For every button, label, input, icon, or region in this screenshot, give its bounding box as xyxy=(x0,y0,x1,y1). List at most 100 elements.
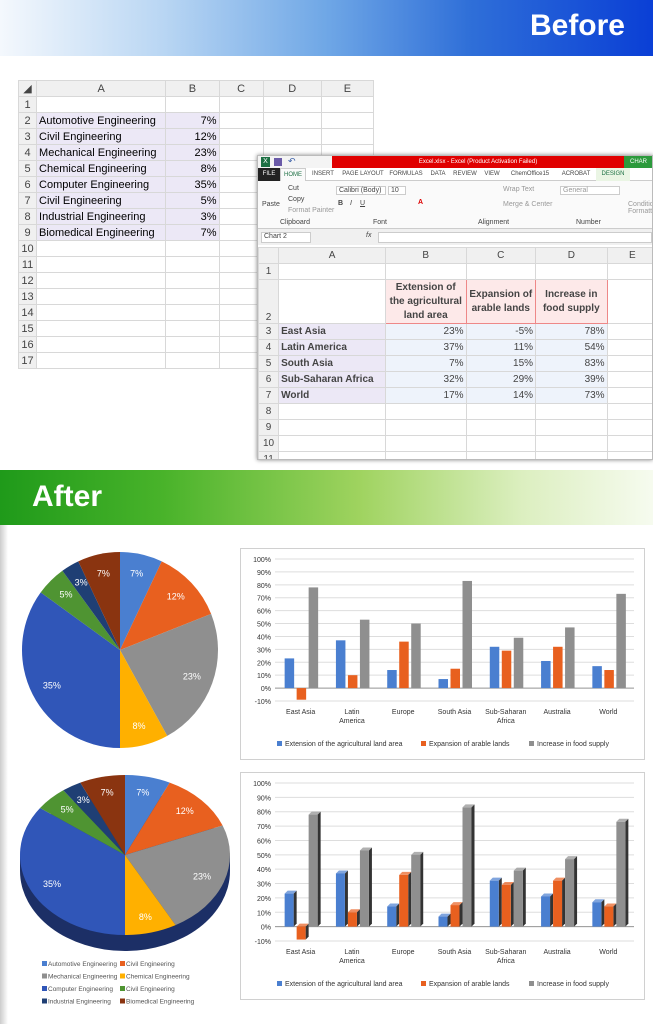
row-header[interactable]: 2 xyxy=(258,279,280,324)
column-header[interactable]: A xyxy=(278,247,386,264)
wrap-text-button[interactable]: Wrap Text xyxy=(503,186,534,193)
row-header[interactable]: 6 xyxy=(258,371,280,388)
cell[interactable] xyxy=(320,96,375,113)
cell-b[interactable] xyxy=(165,272,220,289)
row-header[interactable]: 14 xyxy=(17,304,38,321)
column-header[interactable]: C xyxy=(465,247,537,264)
undo-icon[interactable]: ↶ xyxy=(288,156,296,167)
tab-insert[interactable]: INSERT xyxy=(306,168,340,181)
tab-review[interactable]: REVIEW xyxy=(450,168,480,181)
region-cell[interactable]: World xyxy=(278,387,386,404)
cell-b[interactable]: 7% xyxy=(384,355,467,372)
tab-chemoffice15[interactable]: ChemOffice15 xyxy=(504,168,556,181)
cell-a[interactable] xyxy=(36,336,167,353)
italic-button[interactable]: I xyxy=(350,200,352,207)
cell-a[interactable]: Computer Engineering xyxy=(36,176,167,193)
cell[interactable] xyxy=(218,112,264,129)
row-header[interactable]: 7 xyxy=(17,192,38,209)
row-header[interactable]: 11 xyxy=(258,451,280,459)
cell-d[interactable]: 54% xyxy=(535,339,608,356)
paste-button[interactable]: Paste xyxy=(262,201,280,208)
cell[interactable] xyxy=(262,128,322,145)
region-cell[interactable]: South Asia xyxy=(278,355,386,372)
number-format-select[interactable]: General xyxy=(560,186,620,195)
tab-view[interactable]: VIEW xyxy=(480,168,504,181)
cell-a[interactable] xyxy=(36,304,167,321)
cell-b[interactable]: 17% xyxy=(384,387,467,404)
row-header[interactable]: 9 xyxy=(258,419,280,436)
cell-d[interactable]: 83% xyxy=(535,355,608,372)
row-header[interactable]: 17 xyxy=(17,352,38,369)
underline-button[interactable]: U xyxy=(360,200,365,207)
column-label[interactable]: Extension of the agricultural land area xyxy=(384,279,467,324)
column-label[interactable]: Increase in food supply xyxy=(535,279,608,324)
select-all[interactable] xyxy=(258,247,280,264)
row-header[interactable]: 9 xyxy=(17,224,38,241)
cell-a[interactable]: Civil Engineering xyxy=(36,192,167,209)
column-header[interactable]: A xyxy=(36,80,167,97)
tab-data[interactable]: DATA xyxy=(426,168,450,181)
cell-a[interactable]: Civil Engineering xyxy=(36,128,167,145)
tab-formulas[interactable]: FORMULAS xyxy=(386,168,426,181)
column-label[interactable]: Expansion of arable lands xyxy=(465,279,537,324)
column-header[interactable]: B xyxy=(165,80,220,97)
cell-b[interactable] xyxy=(165,352,220,369)
row-header[interactable]: 1 xyxy=(258,263,280,280)
cell-b[interactable]: 23% xyxy=(384,323,467,340)
cell-a[interactable] xyxy=(36,96,167,113)
font-color-icon[interactable]: A xyxy=(418,199,423,206)
cell-a[interactable] xyxy=(36,256,167,273)
row-header[interactable]: 4 xyxy=(258,339,280,356)
cell-b[interactable]: 32% xyxy=(384,371,467,388)
cell-b[interactable]: 7% xyxy=(165,224,220,241)
region-cell[interactable]: Sub-Saharan Africa xyxy=(278,371,386,388)
tab-acrobat[interactable]: ACROBAT xyxy=(556,168,596,181)
cell[interactable] xyxy=(262,112,322,129)
cell-c[interactable]: 11% xyxy=(465,339,537,356)
cell-b[interactable]: 5% xyxy=(165,192,220,209)
row-header[interactable]: 8 xyxy=(17,208,38,225)
cell-c[interactable]: -5% xyxy=(465,323,537,340)
row-header[interactable]: 2 xyxy=(17,112,38,129)
row-header[interactable]: 4 xyxy=(17,144,38,161)
cell-a[interactable] xyxy=(36,240,167,257)
cell-b[interactable]: 12% xyxy=(165,128,220,145)
region-cell[interactable]: East Asia xyxy=(278,323,386,340)
cell-d[interactable]: 78% xyxy=(535,323,608,340)
cell-b[interactable]: 37% xyxy=(384,339,467,356)
row-header[interactable]: 3 xyxy=(258,323,280,340)
cell-b[interactable] xyxy=(165,336,220,353)
row-header[interactable]: 10 xyxy=(258,435,280,452)
tab-file[interactable]: FILE xyxy=(258,168,280,181)
cut-button[interactable]: Cut xyxy=(288,185,299,192)
save-icon[interactable] xyxy=(274,158,282,166)
cell-b[interactable] xyxy=(165,256,220,273)
cell-a[interactable] xyxy=(36,272,167,289)
cell-a[interactable]: Industrial Engineering xyxy=(36,208,167,225)
cell[interactable] xyxy=(262,96,322,113)
row-header[interactable]: 5 xyxy=(17,160,38,177)
row-header[interactable]: 11 xyxy=(17,256,38,273)
row-header[interactable]: 15 xyxy=(17,320,38,337)
cell-a[interactable] xyxy=(36,288,167,305)
cell[interactable] xyxy=(320,128,375,145)
format-painter-button[interactable]: Format Painter xyxy=(288,207,334,214)
region-cell[interactable]: Latin America xyxy=(278,339,386,356)
tab-design[interactable]: DESIGN xyxy=(596,168,630,181)
column-header[interactable]: B xyxy=(384,247,467,264)
row-header[interactable]: 8 xyxy=(258,403,280,420)
select-all[interactable]: ◢ xyxy=(17,80,38,97)
cell-a[interactable] xyxy=(36,352,167,369)
cell-b[interactable]: 23% xyxy=(165,144,220,161)
cell-b[interactable] xyxy=(165,240,220,257)
cell-a[interactable]: Automotive Engineering xyxy=(36,112,167,129)
cell-b[interactable] xyxy=(165,288,220,305)
conditional-formatting-button[interactable]: Conditional Formatting xyxy=(628,201,652,215)
font-size-select[interactable]: 10 xyxy=(388,186,406,195)
merge-center-button[interactable]: Merge & Center xyxy=(503,201,552,208)
cell-b[interactable]: 8% xyxy=(165,160,220,177)
row-header[interactable]: 3 xyxy=(17,128,38,145)
cell-b[interactable] xyxy=(165,96,220,113)
cell-a[interactable]: Mechanical Engineering xyxy=(36,144,167,161)
cell[interactable] xyxy=(320,112,375,129)
